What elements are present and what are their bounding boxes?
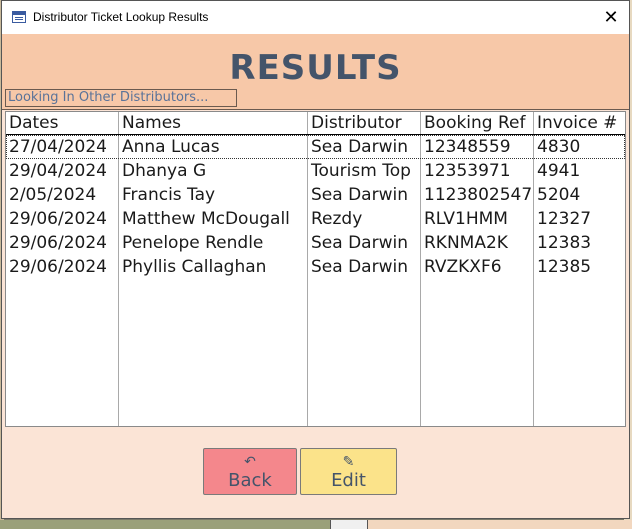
list-item[interactable]: 2/05/2024 Francis Tay Sea Darwin 1123802… bbox=[6, 183, 625, 207]
column-header-names[interactable]: Names bbox=[122, 112, 181, 134]
cell-invoice: 5204 bbox=[537, 185, 581, 205]
cell-distributor: Rezdy bbox=[311, 209, 363, 229]
cell-name: Phyllis Callaghan bbox=[122, 257, 267, 277]
cell-distributor: Sea Darwin bbox=[311, 137, 408, 157]
cell-date: 2/05/2024 bbox=[9, 185, 97, 205]
page-title: RESULTS bbox=[229, 48, 402, 88]
other-distributors-button[interactable]: Looking In Other Distributors... bbox=[5, 89, 237, 107]
list-item[interactable]: 29/06/2024 Penelope Rendle Sea Darwin RK… bbox=[6, 231, 625, 255]
list-item[interactable]: 29/06/2024 Phyllis Callaghan Sea Darwin … bbox=[6, 255, 625, 279]
undo-arrow-icon: ↶ bbox=[244, 454, 256, 470]
results-list[interactable]: Dates Names Distributor Booking Ref Invo… bbox=[5, 111, 626, 427]
cell-date: 29/06/2024 bbox=[9, 257, 107, 277]
back-button-label: Back bbox=[228, 470, 272, 491]
cell-booking-ref: 12353971 bbox=[424, 161, 511, 181]
column-header-distributor[interactable]: Distributor bbox=[311, 112, 402, 134]
cell-distributor: Sea Darwin bbox=[311, 233, 408, 253]
cell-name: Penelope Rendle bbox=[122, 233, 264, 253]
cell-invoice: 12327 bbox=[537, 209, 592, 229]
results-dialog: Distributor Ticket Lookup Results ✕ RESU… bbox=[1, 0, 630, 519]
column-header-invoice[interactable]: Invoice # bbox=[537, 112, 617, 134]
title-bar[interactable]: Distributor Ticket Lookup Results ✕ bbox=[2, 1, 629, 34]
cell-invoice: 12383 bbox=[537, 233, 592, 253]
list-item[interactable]: 29/04/2024 Dhanya G Tourism Top 12353971… bbox=[6, 159, 625, 183]
cell-distributor: Tourism Top bbox=[311, 161, 411, 181]
cell-invoice: 12385 bbox=[537, 257, 592, 277]
column-header-booking-ref[interactable]: Booking Ref bbox=[424, 112, 526, 134]
cell-invoice: 4830 bbox=[537, 137, 581, 157]
close-icon[interactable]: ✕ bbox=[599, 6, 623, 30]
edit-button-label: Edit bbox=[331, 470, 366, 491]
cell-name: Anna Lucas bbox=[122, 137, 220, 157]
cell-date: 29/06/2024 bbox=[9, 233, 107, 253]
pencil-icon: ✎ bbox=[342, 454, 355, 470]
cell-booking-ref: 12348559 bbox=[424, 137, 511, 157]
cell-booking-ref: RVZKXF6 bbox=[424, 257, 502, 277]
cell-date: 29/04/2024 bbox=[9, 161, 107, 181]
cell-distributor: Sea Darwin bbox=[311, 185, 408, 205]
cell-distributor: Sea Darwin bbox=[311, 257, 408, 277]
list-item[interactable]: 29/06/2024 Matthew McDougall Rezdy RLV1H… bbox=[6, 207, 625, 231]
edit-button[interactable]: ✎ Edit bbox=[300, 448, 397, 495]
form-icon bbox=[12, 11, 26, 23]
list-header: Dates Names Distributor Booking Ref Invo… bbox=[6, 112, 625, 135]
background-segment bbox=[368, 520, 632, 529]
form-header: RESULTS Looking In Other Distributors... bbox=[2, 34, 629, 110]
list-item[interactable]: 27/04/2024 Anna Lucas Sea Darwin 1234855… bbox=[6, 135, 625, 159]
cell-name: Dhanya G bbox=[122, 161, 207, 181]
cell-booking-ref: RKNMA2K bbox=[424, 233, 508, 253]
window-title: Distributor Ticket Lookup Results bbox=[33, 10, 209, 24]
back-button[interactable]: ↶ Back bbox=[203, 448, 297, 495]
cell-invoice: 4941 bbox=[537, 161, 581, 181]
cell-date: 29/06/2024 bbox=[9, 209, 107, 229]
background-segment bbox=[330, 520, 368, 529]
cell-date: 27/04/2024 bbox=[9, 137, 107, 157]
cell-name: Matthew McDougall bbox=[122, 209, 290, 229]
cell-booking-ref: RLV1HMM bbox=[424, 209, 508, 229]
background-window-edge-bottom bbox=[0, 520, 632, 529]
column-header-dates[interactable]: Dates bbox=[9, 112, 59, 134]
cell-booking-ref: 1123802547 bbox=[424, 185, 533, 205]
cell-name: Francis Tay bbox=[122, 185, 216, 205]
